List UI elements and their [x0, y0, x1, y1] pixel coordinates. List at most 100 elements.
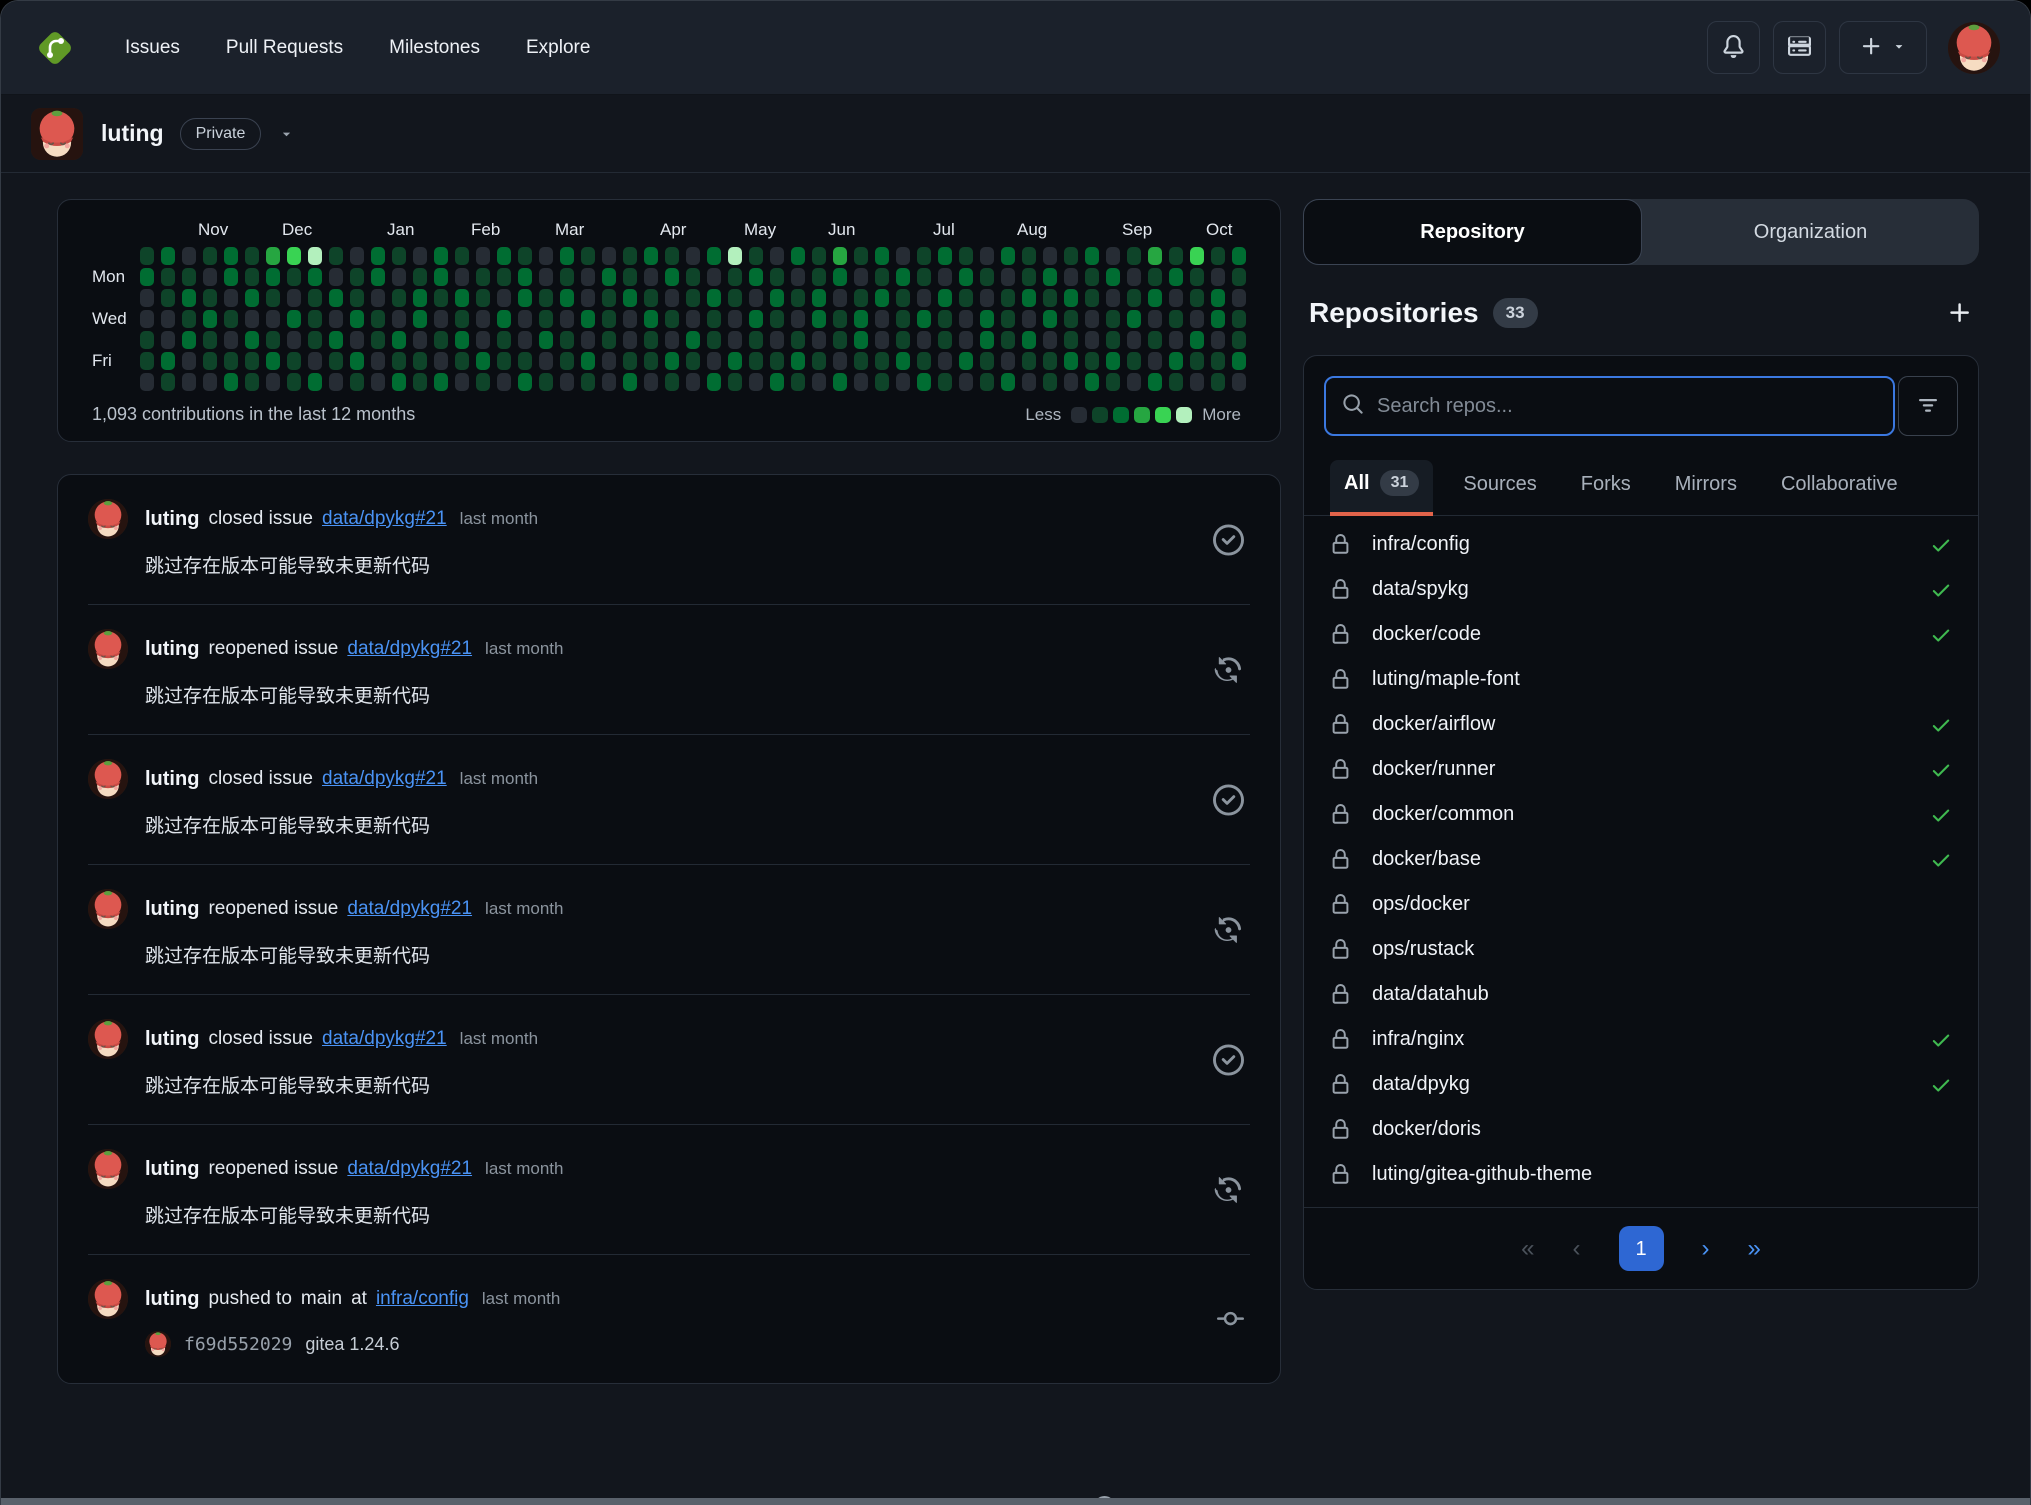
legend-swatch — [1134, 407, 1150, 423]
heatmap-cell — [917, 310, 931, 328]
nav-link-explore[interactable]: Explore — [526, 37, 590, 59]
heatmap-cell — [539, 310, 553, 328]
feed-target-link[interactable]: data/dpykg#21 — [322, 508, 447, 530]
filter-tab-all[interactable]: All31 — [1330, 460, 1433, 516]
add-repository-button[interactable] — [1947, 300, 1973, 326]
repo-list-item[interactable]: docker/airflow — [1304, 702, 1978, 747]
chevron-down-icon[interactable] — [279, 126, 294, 141]
repo-name: infra/nginx — [1372, 1028, 1464, 1051]
heatmap-cell — [266, 310, 280, 328]
repo-list-item[interactable]: docker/common — [1304, 792, 1978, 837]
feed-actor[interactable]: luting — [145, 768, 199, 791]
nav-link-milestones[interactable]: Milestones — [389, 37, 480, 59]
repo-name: data/spykg — [1372, 578, 1469, 601]
heatmap-cell — [434, 331, 448, 349]
heatmap-cell — [1001, 247, 1015, 265]
filter-tab-sources[interactable]: Sources — [1449, 463, 1550, 516]
user-avatar[interactable] — [1948, 22, 2000, 74]
heatmap-cell — [602, 352, 616, 370]
actor-avatar[interactable] — [88, 499, 128, 539]
feed-target-link[interactable]: infra/config — [376, 1288, 469, 1310]
heatmap-cell — [308, 352, 322, 370]
feed-target-link[interactable]: data/dpykg#21 — [322, 768, 447, 790]
repo-list-item[interactable]: docker/doris — [1304, 1107, 1978, 1152]
tab-organization[interactable]: Organization — [1642, 199, 1979, 265]
heatmap-day-label: Wed — [92, 310, 127, 328]
feed-target-link[interactable]: data/dpykg#21 — [322, 1028, 447, 1050]
repo-name: docker/runner — [1372, 758, 1495, 781]
heatmap-cell — [1043, 289, 1057, 307]
repo-list-item[interactable]: docker/base — [1304, 837, 1978, 882]
heatmap-cell — [686, 331, 700, 349]
actor-avatar[interactable] — [88, 759, 128, 799]
filter-tab-collaborative[interactable]: Collaborative — [1767, 463, 1912, 516]
bottom-scrollbar-strip[interactable] — [1, 1498, 2030, 1505]
pagination-page-button[interactable]: 1 — [1619, 1226, 1664, 1271]
actor-avatar[interactable] — [88, 1279, 128, 1319]
tab-repository[interactable]: Repository — [1303, 199, 1642, 265]
filter-tab-forks[interactable]: Forks — [1567, 463, 1645, 516]
nav-link-issues[interactable]: Issues — [125, 37, 180, 59]
heatmap-cell — [434, 268, 448, 286]
repo-list-item[interactable]: docker/code — [1304, 612, 1978, 657]
actor-avatar[interactable] — [88, 1019, 128, 1059]
heatmap-cell — [1148, 247, 1162, 265]
feed-actor[interactable]: luting — [145, 1288, 199, 1311]
heatmap-cell — [875, 247, 889, 265]
repo-list-item[interactable]: infra/config — [1304, 522, 1978, 567]
filter-tab-mirrors[interactable]: Mirrors — [1661, 463, 1751, 516]
repo-filter-button[interactable] — [1898, 376, 1958, 436]
feed-target-link[interactable]: data/dpykg#21 — [347, 898, 472, 920]
admin-panel-button[interactable] — [1773, 21, 1826, 74]
feed-actor[interactable]: luting — [145, 1028, 199, 1051]
repo-list-item[interactable]: luting/gitea-github-theme — [1304, 1152, 1978, 1197]
gitea-logo-icon[interactable] — [31, 24, 79, 72]
nav-link-pull-requests[interactable]: Pull Requests — [226, 37, 343, 59]
heatmap-cell — [833, 352, 847, 370]
repo-list-item[interactable]: data/dpykg — [1304, 1062, 1978, 1107]
navbar-actions — [1707, 21, 2000, 74]
profile-avatar[interactable] — [31, 108, 83, 160]
repo-name: docker/airflow — [1372, 713, 1495, 736]
pagination-next-button[interactable]: › — [1702, 1237, 1710, 1261]
repo-list-item[interactable]: data/spykg — [1304, 567, 1978, 612]
heatmap-cell — [287, 352, 301, 370]
heatmap-cell — [854, 331, 868, 349]
lock-icon — [1330, 579, 1351, 600]
repo-list-item[interactable]: luting/maple-font — [1304, 657, 1978, 702]
create-new-button[interactable] — [1839, 21, 1927, 74]
feed-actor[interactable]: luting — [145, 638, 199, 661]
heatmap-cell — [917, 352, 931, 370]
notifications-button[interactable] — [1707, 21, 1760, 74]
heatmap-cell — [1127, 373, 1141, 391]
heatmap-cell — [1169, 352, 1183, 370]
feed-action-text: at — [351, 1288, 367, 1310]
repo-list-item[interactable]: infra/nginx — [1304, 1017, 1978, 1062]
actor-avatar[interactable] — [88, 889, 128, 929]
repo-list-item[interactable]: ops/rustack — [1304, 927, 1978, 972]
heatmap-cell — [203, 268, 217, 286]
heatmap-cell — [224, 247, 238, 265]
heatmap-cell — [497, 373, 511, 391]
actor-avatar[interactable] — [88, 1149, 128, 1189]
heatmap-cell — [707, 289, 721, 307]
feed-actor[interactable]: luting — [145, 1158, 199, 1181]
heatmap-cell — [1106, 310, 1120, 328]
feed-actor[interactable]: luting — [145, 898, 199, 921]
feed-actor[interactable]: luting — [145, 508, 199, 531]
heatmap-cell — [728, 352, 742, 370]
heatmap-cell — [140, 373, 154, 391]
actor-avatar[interactable] — [88, 629, 128, 669]
feed-target-link[interactable]: data/dpykg#21 — [347, 638, 472, 660]
pagination-last-button[interactable]: » — [1748, 1237, 1761, 1261]
feed-target-link[interactable]: data/dpykg#21 — [347, 1158, 472, 1180]
commit-hash-link[interactable]: f69d552029 — [184, 1334, 292, 1355]
heatmap-month-label: Dec — [282, 220, 312, 240]
feed-timestamp: last month — [485, 1159, 563, 1179]
heatmap-cell — [1064, 268, 1078, 286]
repo-list-item[interactable]: ops/docker — [1304, 882, 1978, 927]
heatmap-cell — [770, 373, 784, 391]
repo-list-item[interactable]: data/datahub — [1304, 972, 1978, 1017]
search-input[interactable] — [1377, 395, 1877, 418]
repo-list-item[interactable]: docker/runner — [1304, 747, 1978, 792]
